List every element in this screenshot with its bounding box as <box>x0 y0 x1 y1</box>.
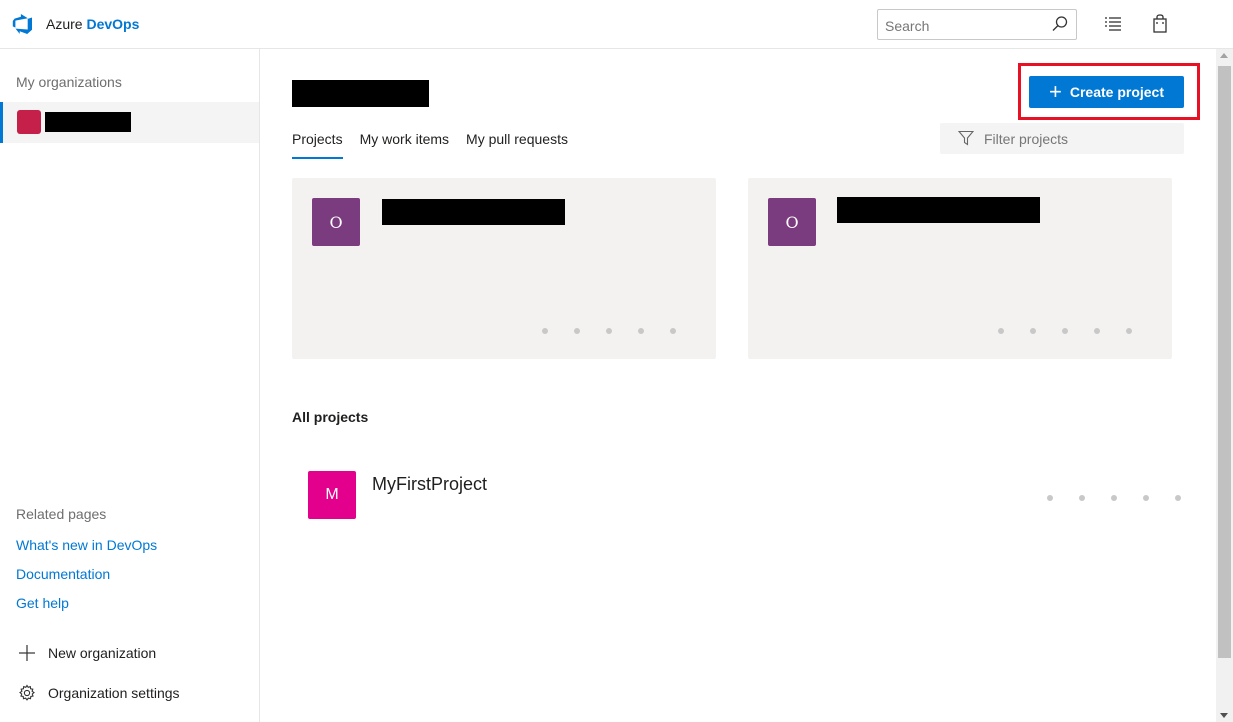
dot <box>670 328 676 334</box>
project-name-redacted <box>837 197 1040 223</box>
dot <box>542 328 548 334</box>
sidebar: My organizations Related pages What's ne… <box>0 49 260 722</box>
all-projects-heading: All projects <box>292 409 369 425</box>
scroll-down-arrow-icon[interactable] <box>1220 713 1228 718</box>
organization-settings-label: Organization settings <box>48 685 180 701</box>
project-card[interactable]: O <box>748 178 1172 359</box>
loading-dots <box>542 328 702 334</box>
search-input[interactable]: Search <box>877 9 1077 40</box>
brand-name: Azure DevOps <box>46 16 139 32</box>
tab-my-pull-requests[interactable]: My pull requests <box>466 131 568 159</box>
dot <box>1062 328 1068 334</box>
scrollbar-thumb[interactable] <box>1218 66 1231 658</box>
filter-projects-input[interactable]: Filter projects <box>940 123 1184 154</box>
gear-icon <box>16 682 38 704</box>
dot <box>574 328 580 334</box>
top-header: Azure DevOps Search <box>0 0 1233 49</box>
dot <box>1094 328 1100 334</box>
filter-placeholder: Filter projects <box>984 131 1069 147</box>
dot <box>1143 495 1149 501</box>
dot <box>1126 328 1132 334</box>
main-content: + Create project Projects My work items … <box>261 49 1216 722</box>
project-list-item[interactable]: M MyFirstProject <box>292 461 1187 525</box>
shopping-bag-icon[interactable] <box>1152 14 1168 39</box>
project-avatar: M <box>308 471 356 519</box>
dot <box>638 328 644 334</box>
dot <box>1079 495 1085 501</box>
brand-name-light: Azure <box>46 16 83 32</box>
org-avatar <box>17 110 41 134</box>
organization-settings-button[interactable]: Organization settings <box>16 682 180 704</box>
create-project-button[interactable]: + Create project <box>1029 76 1184 108</box>
organization-title-redacted <box>292 80 429 107</box>
dot <box>1111 495 1117 501</box>
whats-new-link[interactable]: What's new in DevOps <box>16 537 157 553</box>
dot <box>1047 495 1053 501</box>
loading-dots <box>998 328 1158 334</box>
search-placeholder: Search <box>885 18 930 34</box>
scroll-up-arrow-icon[interactable] <box>1220 53 1228 58</box>
new-organization-button[interactable]: New organization <box>16 642 156 664</box>
filter-icon <box>957 130 975 151</box>
org-name-redacted <box>45 112 131 132</box>
brand-name-strong: DevOps <box>86 16 140 32</box>
dot <box>606 328 612 334</box>
brand[interactable]: Azure DevOps <box>12 13 139 35</box>
sidebar-item-organization[interactable] <box>0 102 259 143</box>
tab-projects[interactable]: Projects <box>292 131 343 159</box>
dot <box>1175 495 1181 501</box>
project-card[interactable]: O <box>292 178 716 359</box>
documentation-link[interactable]: Documentation <box>16 566 110 582</box>
azure-devops-logo-icon <box>12 14 33 34</box>
project-avatar: O <box>312 198 360 246</box>
plus-icon <box>16 642 38 664</box>
create-project-label: Create project <box>1069 84 1164 100</box>
loading-dots <box>1047 495 1181 501</box>
new-organization-label: New organization <box>48 645 157 661</box>
search-icon[interactable] <box>1051 15 1069 38</box>
project-tabs: Projects My work items My pull requests <box>292 131 585 159</box>
project-name[interactable]: MyFirstProject <box>372 474 487 495</box>
dot <box>998 328 1004 334</box>
dot <box>1030 328 1036 334</box>
get-help-link[interactable]: Get help <box>16 595 69 611</box>
task-list-icon[interactable] <box>1104 15 1122 38</box>
plus-icon: + <box>1048 79 1062 104</box>
my-organizations-heading: My organizations <box>16 74 122 90</box>
vertical-scrollbar[interactable] <box>1216 49 1233 722</box>
project-avatar: O <box>768 198 816 246</box>
related-pages-heading: Related pages <box>16 506 107 522</box>
project-name-redacted <box>382 199 565 225</box>
tab-my-work-items[interactable]: My work items <box>360 131 449 159</box>
